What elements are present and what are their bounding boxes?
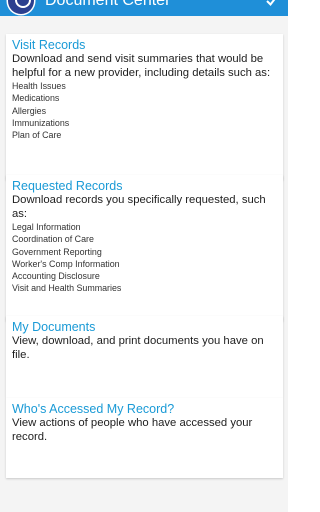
list-item: Medications	[12, 93, 60, 104]
app-header: Document Center	[0, 0, 288, 16]
list-item: Visit and Health Summaries	[12, 283, 122, 294]
list-item: Government Reporting	[12, 246, 102, 257]
list-item: Health Issues	[12, 81, 66, 91]
accessed-record-description: View actions of people who have accessed…	[12, 417, 253, 443]
list-item: Allergies	[12, 105, 47, 116]
list-item: Plan of Care	[12, 130, 62, 141]
visit-records-title[interactable]: Visit Records	[12, 38, 277, 53]
visit-records-description: Download and send visit summaries that w…	[12, 53, 271, 79]
list-item: Worker's Comp Information	[12, 258, 120, 269]
requested-records-description: Download records you specifically reques…	[12, 194, 266, 220]
list-item: Accounting Disclosure	[12, 271, 100, 282]
my-documents-description: View, download, and print documents you …	[12, 335, 264, 361]
accessed-record-title[interactable]: Who's Accessed My Record?	[12, 402, 277, 417]
page-title: Document Center	[45, 0, 171, 9]
check-icon[interactable]	[266, 0, 278, 8]
list-item: Immunizations	[12, 117, 70, 128]
requested-records-title[interactable]: Requested Records	[12, 179, 277, 194]
accessed-record-card[interactable]: Who's Accessed My Record? View actions o…	[6, 398, 283, 478]
list-item: Coordination of Care	[12, 234, 94, 245]
my-documents-card[interactable]: My Documents View, download, and print d…	[6, 316, 283, 398]
my-documents-title[interactable]: My Documents	[12, 320, 277, 335]
visit-records-card[interactable]: Visit Records Download and send visit su…	[6, 34, 283, 180]
list-item: Legal Information	[12, 222, 81, 232]
app-logo-icon	[8, 0, 34, 14]
requested-records-card[interactable]: Requested Records Download records you s…	[6, 175, 283, 321]
content-area: Visit Records Download and send visit su…	[0, 16, 288, 512]
